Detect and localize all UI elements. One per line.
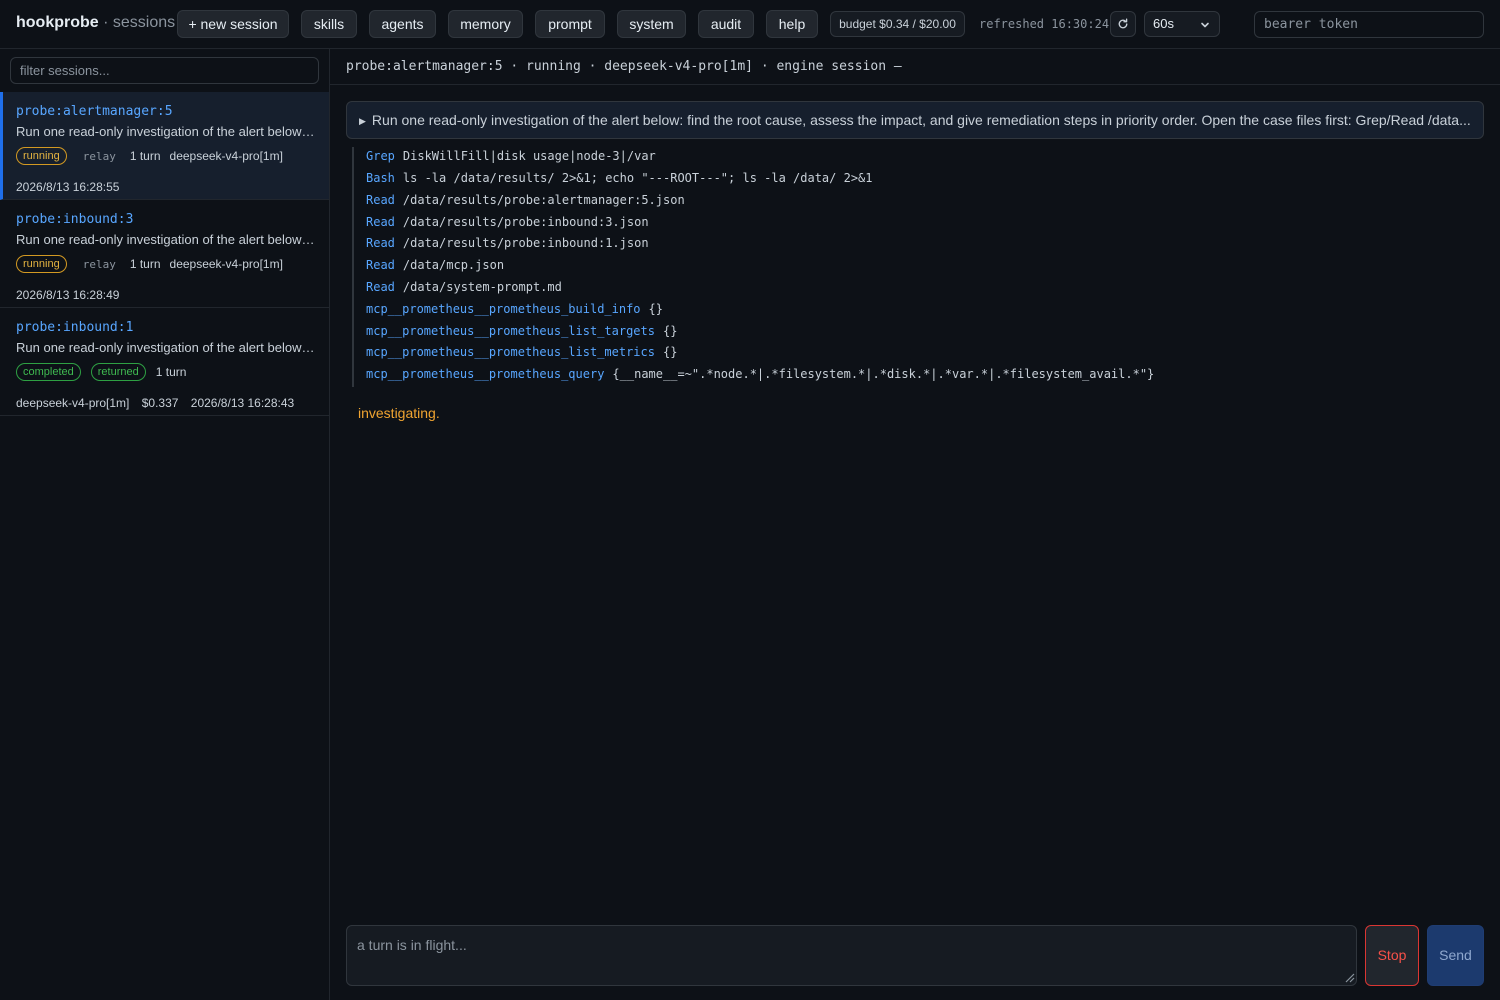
investigation-status: investigating. — [358, 405, 440, 421]
chevron-down-icon — [1200, 12, 1210, 40]
tool-name: Read — [366, 280, 395, 294]
session-item-inbound-3[interactable]: probe:inbound:3 Run one read-only invest… — [0, 200, 329, 308]
session-tag: relay — [82, 149, 116, 163]
refresh-interval-value: 60s — [1153, 16, 1174, 31]
tool-call: mcp__prometheus__prometheus_build_info {} — [366, 302, 663, 316]
tool-name: Read — [366, 236, 395, 250]
tool-name: Read — [366, 215, 395, 229]
tool-call: Read/data/system-prompt.md — [366, 280, 562, 294]
session-model: deepseek-v4-pro[1m] — [16, 396, 130, 410]
tool-args: {} — [662, 345, 678, 359]
tool-args: /data/mcp.json — [402, 258, 505, 272]
tool-name: mcp__prometheus__prometheus_query — [366, 367, 605, 381]
top-bar: hookprobe · sessions + new session skill… — [0, 0, 1500, 49]
session-turns: 1 turn — [155, 365, 187, 379]
session-header: probe:alertmanager:5 · running · deepsee… — [330, 49, 1500, 85]
tool-args: /data/results/probe:inbound:1.json — [402, 236, 649, 250]
session-detail: probe:alertmanager:5 · running · deepsee… — [330, 49, 1500, 1000]
tool-call: Grep DiskWillFill|disk usage|node-3|/var — [366, 149, 656, 163]
budget-badge: budget $0.34 / $20.00 — [830, 11, 965, 37]
new-session-button[interactable]: + new session — [177, 10, 289, 38]
session-name: probe:alertmanager:5 — [16, 104, 173, 119]
session-item-alertmanager-5[interactable]: probe:alertmanager:5 Run one read-only i… — [0, 92, 329, 200]
session-description: Run one read-only investigation of the a… — [16, 124, 316, 139]
tool-call: Read/data/mcp.json — [366, 258, 504, 272]
tool-args: /data/results/probe:inbound:3.json — [402, 215, 649, 229]
message-composer[interactable] — [346, 925, 1357, 986]
system-button[interactable]: system — [617, 10, 686, 38]
session-name: probe:inbound:1 — [16, 320, 134, 335]
tool-call-list: Grep DiskWillFill|disk usage|node-3|/var … — [352, 147, 1482, 387]
prompt-button[interactable]: prompt — [535, 10, 605, 38]
session-description: Run one read-only investigation of the a… — [16, 232, 316, 247]
brand-section: · sessions — [103, 14, 176, 31]
tool-args: DiskWillFill|disk usage|node-3|/var — [402, 149, 656, 163]
tool-call: Read/data/results/probe:inbound:1.json — [366, 236, 649, 250]
tool-name: Read — [366, 258, 395, 272]
session-turns: 1 turn — [129, 149, 161, 163]
session-model: deepseek-v4-pro[1m] — [169, 149, 283, 163]
session-name: probe:inbound:3 — [16, 212, 134, 227]
tool-args: {__name__=~".*node.*|.*filesystem.*|.*di… — [612, 367, 1155, 381]
session-timestamp: 2026/8/13 16:28:49 — [16, 288, 120, 302]
tool-name: mcp__prometheus__prometheus_list_metrics — [366, 345, 655, 359]
tool-call: Read/data/results/probe:inbound:3.json — [366, 215, 649, 229]
refreshed-time: refreshed 16:30:24 — [979, 17, 1110, 31]
session-timestamp: 2026/8/13 16:28:43 — [190, 396, 295, 410]
skills-button[interactable]: skills — [301, 10, 357, 38]
prompt-summary-text: Run one read-only investigation of the a… — [371, 112, 1471, 128]
prompt-summary-toggle[interactable]: ▶ Run one read-only investigation of the … — [346, 101, 1484, 139]
tool-call: mcp__prometheus__prometheus_list_targets… — [366, 324, 677, 338]
status-badge: completed — [16, 363, 81, 381]
agents-button[interactable]: agents — [369, 10, 436, 38]
brand-name: hookprobe — [16, 14, 99, 31]
send-button[interactable]: Send — [1427, 925, 1484, 986]
tool-args: ls -la /data/results/ 2>&1; echo "---ROO… — [402, 171, 873, 185]
status-badge: running — [16, 147, 67, 165]
refresh-icon — [1118, 18, 1128, 29]
audit-button[interactable]: audit — [698, 10, 754, 38]
status-badge: running — [16, 255, 67, 273]
tool-call: mcp__prometheus__prometheus_list_metrics… — [366, 345, 677, 359]
filter-sessions-input[interactable] — [10, 57, 319, 84]
session-meta-row: deepseek-v4-pro[1m] $0.337 2026/8/13 16:… — [16, 396, 303, 410]
memory-button[interactable]: memory — [448, 10, 523, 38]
session-item-inbound-1[interactable]: probe:inbound:1 Run one read-only invest… — [0, 308, 329, 416]
sessions-sidebar: probe:alertmanager:5 Run one read-only i… — [0, 49, 330, 1000]
session-timestamp: 2026/8/13 16:28:55 — [16, 180, 120, 194]
tool-name: Read — [366, 193, 395, 207]
brand: hookprobe · sessions — [16, 14, 175, 32]
session-tag: relay — [82, 257, 116, 271]
tool-call: mcp__prometheus__prometheus_query {__name… — [366, 367, 1154, 381]
tool-name: mcp__prometheus__prometheus_list_targets — [366, 324, 655, 338]
tool-call: Bash ls -la /data/results/ 2>&1; echo "--… — [366, 171, 873, 185]
tool-args: /data/system-prompt.md — [402, 280, 562, 294]
session-model: deepseek-v4-pro[1m] — [169, 257, 283, 271]
session-description: Run one read-only investigation of the a… — [16, 340, 316, 355]
session-cost: $0.337 — [141, 396, 179, 410]
tool-args: /data/results/probe:alertmanager:5.json — [402, 193, 685, 207]
help-button[interactable]: help — [766, 10, 818, 38]
tool-name: Bash — [366, 171, 395, 185]
expand-triangle-icon: ▶ — [359, 116, 366, 126]
refresh-interval-select[interactable]: 60s — [1144, 11, 1220, 37]
tool-args: {} — [648, 302, 663, 316]
tool-name: mcp__prometheus__prometheus_build_info — [366, 302, 641, 316]
session-turns: 1 turn — [129, 257, 161, 271]
bearer-token-input[interactable] — [1254, 11, 1484, 38]
session-tag: returned — [90, 363, 146, 381]
refresh-button[interactable] — [1110, 11, 1136, 37]
resize-grip-icon[interactable] — [1343, 971, 1355, 983]
tool-name: Grep — [366, 149, 395, 163]
tool-call: Read/data/results/probe:alertmanager:5.j… — [366, 193, 685, 207]
tool-args: {} — [662, 324, 678, 338]
stop-button[interactable]: Stop — [1365, 925, 1419, 986]
